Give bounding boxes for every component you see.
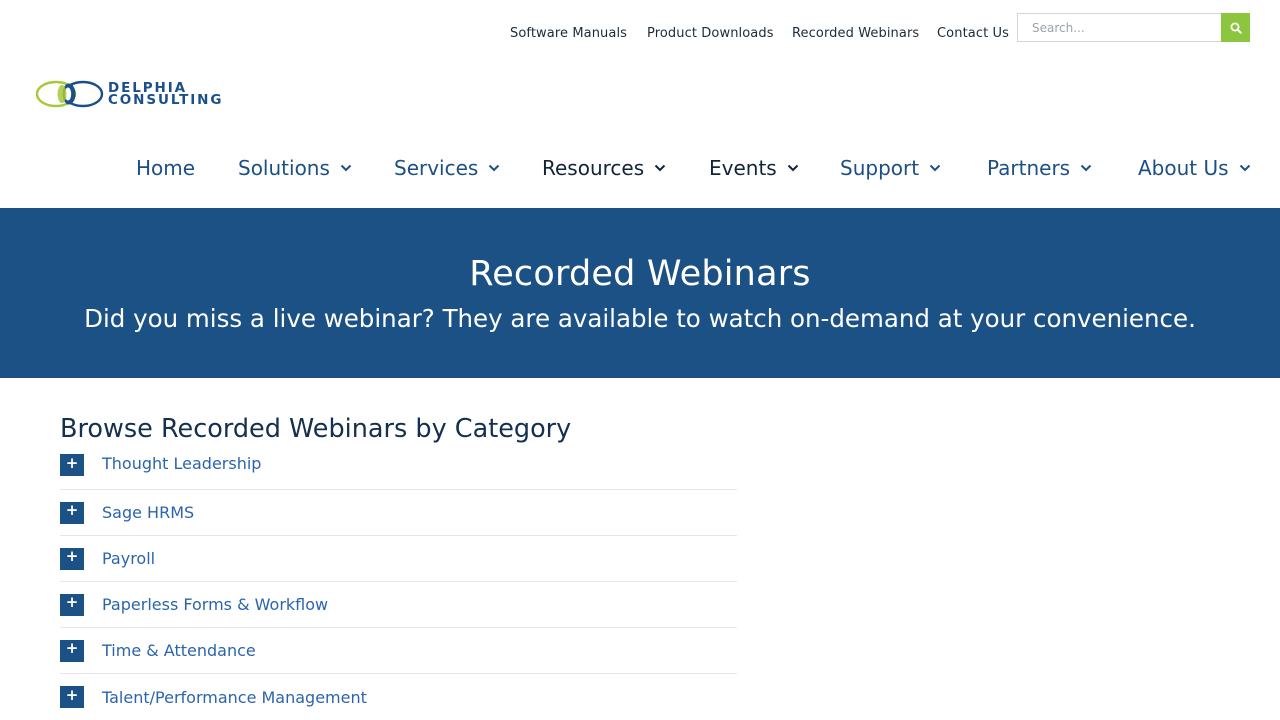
accordion-item-label[interactable]: Thought Leadership — [102, 454, 261, 473]
logo-mark-icon — [36, 80, 104, 108]
nav-item-home[interactable]: Home — [136, 156, 238, 180]
page-subtitle: Did you miss a live webinar? They are av… — [84, 304, 1196, 333]
page-banner: Recorded Webinars Did you miss a live we… — [0, 208, 1280, 378]
page-title: Recorded Webinars — [469, 254, 811, 294]
utility-link-software-manuals[interactable]: Software Manuals — [510, 26, 647, 41]
nav-item-partners[interactable]: Partners — [987, 156, 1138, 180]
search-box — [1017, 13, 1250, 42]
chevron-down-icon — [787, 164, 798, 172]
plus-icon[interactable]: + — [60, 639, 84, 662]
nav-item-label: Support — [840, 156, 920, 180]
plus-icon[interactable]: + — [60, 686, 84, 708]
nav-item-label: Partners — [987, 156, 1071, 180]
utility-link-recorded-webinars[interactable]: Recorded Webinars — [792, 26, 937, 41]
accordion-item-label[interactable]: Paperless Forms & Workflow — [102, 595, 328, 614]
chevron-down-icon — [1239, 164, 1250, 172]
nav-item-solutions[interactable]: Solutions — [238, 156, 394, 180]
plus-icon[interactable]: + — [60, 454, 84, 476]
main-nav: Home Solutions Services Resources Events… — [136, 156, 1258, 180]
category-heading: Browse Recorded Webinars by Category — [60, 414, 572, 444]
category-accordion: + Thought Leadership + Sage HRMS + Payro… — [60, 452, 737, 720]
nav-item-about-us[interactable]: About Us — [1138, 156, 1258, 180]
plus-icon[interactable]: + — [60, 593, 84, 616]
chevron-down-icon — [929, 164, 941, 172]
chevron-down-icon — [654, 164, 666, 172]
accordion-item-label[interactable]: Talent/Performance Management — [102, 688, 367, 707]
nav-item-support[interactable]: Support — [840, 156, 987, 180]
nav-item-label: About Us — [1138, 156, 1229, 180]
utility-nav: Software Manuals Product Downloads Recor… — [510, 26, 1017, 41]
accordion-item-paperless-forms[interactable]: + Paperless Forms & Workflow — [60, 582, 737, 628]
accordion-item-sage-hrms[interactable]: + Sage HRMS — [60, 490, 737, 536]
chevron-down-icon — [1080, 164, 1092, 172]
chevron-down-icon — [340, 164, 352, 172]
logo-line-2: CONSULTING — [108, 92, 224, 108]
nav-item-label: Solutions — [238, 156, 330, 180]
category-section: Browse Recorded Webinars by Category + T… — [60, 414, 737, 720]
accordion-item-label[interactable]: Time & Attendance — [102, 641, 256, 660]
nav-item-events[interactable]: Events — [709, 156, 840, 180]
nav-item-label: Resources — [542, 156, 645, 180]
search-button[interactable] — [1221, 13, 1250, 42]
nav-item-label: Home — [136, 156, 196, 180]
nav-item-label: Events — [709, 156, 777, 180]
nav-item-resources[interactable]: Resources — [542, 156, 709, 180]
search-input[interactable] — [1017, 13, 1221, 42]
chevron-down-icon — [489, 164, 500, 172]
nav-item-label: Services — [394, 156, 479, 180]
utility-link-product-downloads[interactable]: Product Downloads — [647, 26, 792, 41]
accordion-item-time-attendance[interactable]: + Time & Attendance — [60, 628, 737, 674]
nav-item-services[interactable]: Services — [394, 156, 542, 180]
plus-icon[interactable]: + — [60, 547, 84, 570]
accordion-item-talent-performance[interactable]: + Talent/Performance Management — [60, 674, 737, 720]
utility-link-contact-us[interactable]: Contact Us — [937, 26, 1017, 41]
logo-wordmark: DELPHIA CONSULTING — [108, 81, 224, 108]
search-icon — [1230, 22, 1242, 34]
plus-icon[interactable]: + — [60, 501, 84, 524]
accordion-item-thought-leadership[interactable]: + Thought Leadership — [60, 452, 737, 490]
accordion-item-label[interactable]: Payroll — [102, 549, 155, 568]
accordion-item-payroll[interactable]: + Payroll — [60, 536, 737, 582]
accordion-item-label[interactable]: Sage HRMS — [102, 503, 194, 522]
site-logo[interactable]: DELPHIA CONSULTING — [36, 78, 223, 110]
